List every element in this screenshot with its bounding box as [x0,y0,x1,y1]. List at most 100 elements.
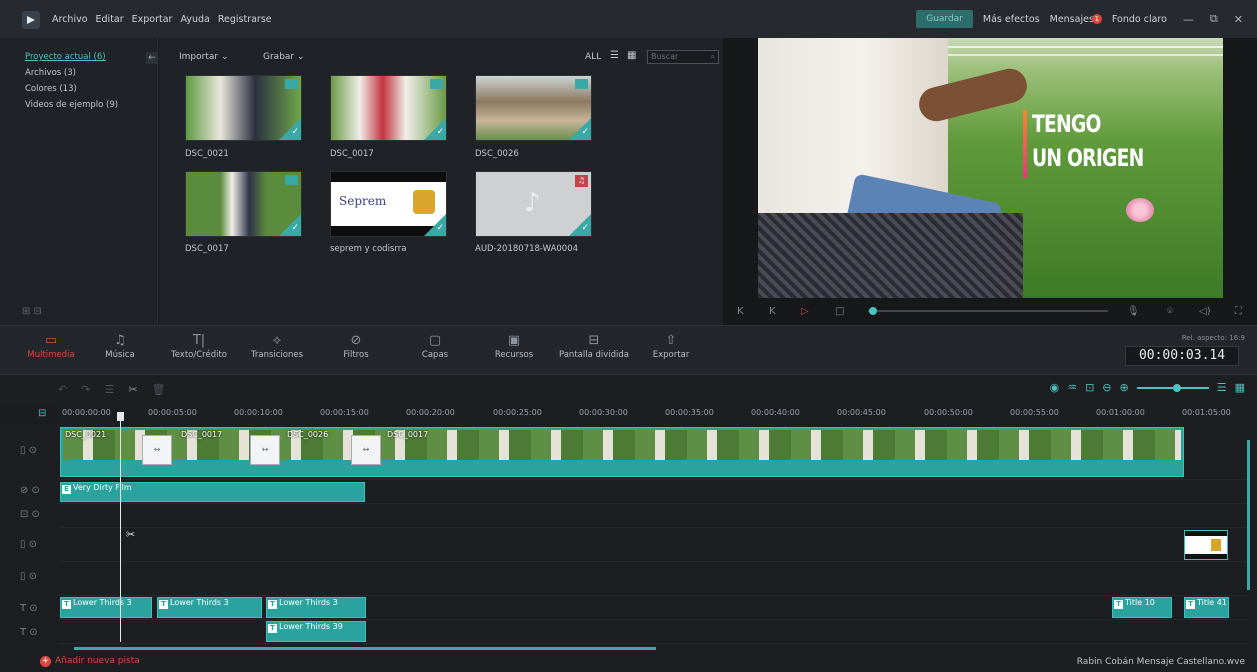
sidebar-item-current-project[interactable]: Proyecto actual (6) [25,52,106,62]
text-track-icon[interactable]: T ⊙ [0,603,58,614]
menu-registrarse[interactable]: Registrarse [218,14,272,25]
vertical-scrollbar[interactable] [1247,440,1250,590]
fit-icon[interactable]: ⊡ [1085,381,1094,394]
text-clip[interactable]: T Title 41 [1184,597,1229,618]
split-marker-icon[interactable]: ✂ [126,528,135,541]
list-view-icon[interactable]: ☰ [610,50,619,61]
transition-icon[interactable]: ↔ [142,435,172,465]
tab-exportar[interactable]: ⇧ Exportar [636,332,706,360]
video-clip[interactable]: DSC_0021 DSC_0017 DSC_0026 DSC_0017 [60,427,1184,477]
undo-icon[interactable]: ↶ [58,383,67,396]
snap-icon[interactable]: ⊟ [38,408,46,419]
media-thumb-dsc0017-b[interactable] [185,171,302,237]
grid-view-icon[interactable]: ▦ [627,50,636,61]
tab-filtros[interactable]: ⊘ Filtros [321,332,391,360]
media-label: DSC_0017 [330,149,374,159]
tab-transiciones[interactable]: ⟡ Transiciones [242,332,312,360]
zoom-out-icon[interactable]: ⊖ [1102,381,1111,394]
zoom-slider-knob[interactable] [1172,383,1181,392]
footer: + Añadir nueva pista Rabin Cobán Mensaje … [0,652,1257,672]
tab-musica[interactable]: ♫ Música [85,332,155,360]
media-thumb-dsc0021[interactable] [185,75,302,141]
tab-texto[interactable]: T| Texto/Crédito [164,332,234,360]
zoom-slider[interactable] [1136,383,1209,392]
restore-icon[interactable]: ⧉ [1210,12,1218,26]
tab-capas[interactable]: ▢ Capas [400,332,470,360]
snapshot-icon[interactable]: ⌾ [1167,306,1173,317]
text-clip[interactable]: T Title 10 [1112,597,1172,618]
folder-icon: ▭ [44,333,58,348]
text-clip[interactable]: T Lower Thirds 39 [266,621,366,642]
render-icon[interactable]: ◉ [1050,381,1060,394]
theme-toggle[interactable]: Fondo claro [1112,14,1167,25]
overlay-icon: ▢ [428,333,442,348]
media-thumb-dsc0017[interactable] [330,75,447,141]
pip-track-icon[interactable]: ▯ ⊙ [0,539,58,550]
play-icon[interactable]: ▷ [801,306,809,317]
volume-icon[interactable]: ◁) [1199,306,1211,317]
tab-multimedia[interactable]: ▭ Multimedia [16,332,86,360]
ruler-tick: 00:00:25:00 [493,408,542,417]
video-track-icon[interactable]: ▯ ⊙ [0,445,58,456]
pip-track-2-icon[interactable]: ▯ ⊙ [0,571,58,582]
transition-icon[interactable]: ↔ [351,435,381,465]
transition-icon[interactable]: ↔ [250,435,280,465]
sidebar-item-files[interactable]: Archivos (3) [25,68,76,78]
menu-editar[interactable]: Editar [96,14,124,25]
tab-recursos[interactable]: ▣ Recursos [479,332,549,360]
text-clip[interactable]: T Lower Thirds 3 [157,597,262,618]
check-icon [424,214,446,236]
import-dropdown[interactable]: Importar ⌄ [179,52,229,62]
video-preview[interactable]: TENGO UN ORIGEN [758,38,1223,298]
filter-track-icon[interactable]: ⊘ ⊙ [0,485,58,496]
horizontal-scrollbar[interactable] [74,647,656,650]
zoom-in-icon[interactable]: ⊕ [1120,381,1129,394]
media-thumb-audio[interactable]: ♫ ♪ [475,171,592,237]
pip-image-clip[interactable] [1184,530,1228,560]
list-icon[interactable]: ☰ [1217,381,1227,394]
grid-icon[interactable]: ▦ [1235,381,1245,394]
media-thumb-dsc0026[interactable] [475,75,592,141]
menu-exportar[interactable]: Exportar [132,14,173,25]
search-input[interactable]: Buscar ⌕ [647,50,719,64]
tab-label: Pantalla dividida [558,350,630,360]
playback-slider[interactable] [868,310,1108,312]
delete-icon[interactable]: 🗑 [152,383,166,396]
messages-link[interactable]: Mensajes1 [1050,13,1102,25]
minimize-icon[interactable]: — [1183,13,1194,26]
close-icon[interactable]: ✕ [1234,13,1243,26]
sidebar-item-sample-videos[interactable]: Videos de ejemplo (9) [25,100,118,110]
menu-ayuda[interactable]: Ayuda [180,14,209,25]
step-icon[interactable]: K [769,306,776,317]
menu-archivo[interactable]: Archivo [52,14,88,25]
mic-icon[interactable]: 🎙 [1127,306,1140,317]
more-effects-link[interactable]: Más efectos [983,14,1040,25]
stop-icon[interactable]: □ [835,306,844,317]
add-track-button[interactable]: + Añadir nueva pista [40,656,140,667]
sidebar-item-colors[interactable]: Colores (13) [25,84,77,94]
text-clip[interactable]: T Lower Thirds 3 [60,597,152,618]
fullscreen-icon[interactable]: ⛶ [1235,306,1242,317]
media-thumb-seprem[interactable]: Seprem [330,171,447,237]
ruler-tick: 00:00:20:00 [406,408,455,417]
cut-icon[interactable]: ✂ [128,383,137,396]
filter-track: E Very Dirty Film [58,480,1248,504]
overlay-track-icon[interactable]: ⊡ ⊙ [0,509,58,520]
filter-all[interactable]: ALL [585,52,601,62]
save-button[interactable]: Guardar [916,10,973,28]
aspect-ratio-label[interactable]: Rel. aspecto: 16:9 [1182,334,1245,342]
collapse-sidebar-icon[interactable]: ← [146,52,158,64]
filter-clip[interactable]: E Very Dirty Film [60,482,365,502]
text-clip[interactable]: T Lower Thirds 3 [266,597,366,618]
playhead[interactable] [120,412,121,642]
skip-back-icon[interactable]: K [737,306,744,317]
playback-slider-knob[interactable] [869,307,877,315]
tab-pantalla-dividida[interactable]: ⊟ Pantalla dividida [552,332,636,360]
timeline-ruler[interactable]: 00:00:00:00 00:00:05:00 00:00:10:00 00:0… [58,405,1257,425]
new-folder-icon[interactable]: ⊞ ⊟ [22,306,42,317]
redo-icon[interactable]: ↷ [81,383,90,396]
settings-icon[interactable]: ☰ [104,383,114,396]
record-dropdown[interactable]: Grabar ⌄ [263,52,305,62]
text-track-2-icon[interactable]: T ⊙ [0,627,58,638]
audio-mixer-icon[interactable]: ♒ [1067,381,1077,394]
